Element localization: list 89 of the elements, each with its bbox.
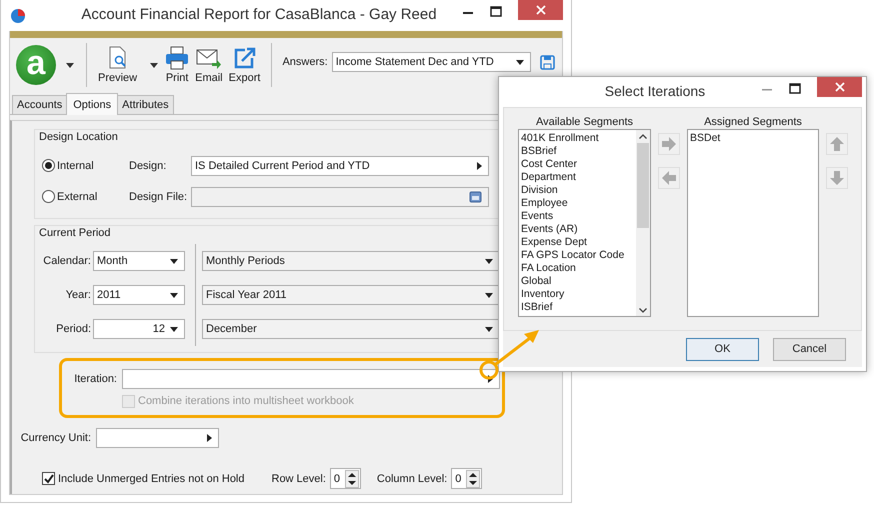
list-item[interactable]: ISBrief [521, 301, 634, 314]
dropdown[interactable]: Month [93, 251, 185, 271]
list-item[interactable]: FA GPS Locator Code [521, 249, 634, 262]
caret-icon [485, 292, 493, 298]
field-label: Design: [129, 160, 168, 172]
list-item[interactable]: Department [521, 171, 634, 184]
list-item[interactable]: Inventory [521, 288, 634, 301]
dialog-title: Select Iterations [604, 82, 706, 99]
app-icon [10, 8, 26, 24]
field-label: Iteration: [73, 373, 118, 385]
list-item[interactable]: Expense Dept [521, 236, 634, 249]
caret-icon [170, 258, 178, 264]
list-item[interactable]: Division [521, 184, 634, 197]
answers-dropdown[interactable]: Income Statement Dec and YTD [332, 52, 531, 72]
field-label: Column Level: [376, 472, 448, 484]
scrollbar[interactable] [636, 130, 650, 316]
radio-button[interactable]: Internal [42, 159, 129, 172]
caret-icon [485, 258, 493, 264]
arrow-right-icon [661, 137, 677, 151]
folder-icon[interactable] [469, 190, 482, 203]
field-label: Currency Unit: [20, 432, 92, 444]
export-icon [232, 46, 257, 70]
list-item[interactable]: Employee [521, 197, 634, 210]
chevron-up-icon[interactable] [639, 134, 647, 139]
maximize-icon[interactable] [789, 83, 801, 95]
toolbar-button[interactable]: Email [192, 46, 226, 84]
spinner-arrows-icon[interactable] [344, 470, 359, 488]
close-button[interactable] [518, 0, 563, 20]
arrow-up-icon [830, 136, 844, 152]
list-item[interactable]: FA Location [521, 262, 634, 275]
currency-unit-field[interactable] [96, 428, 219, 448]
list-item[interactable]: BSBrief [521, 145, 634, 158]
maximize-icon[interactable] [490, 6, 502, 18]
field-label: Design File: [129, 190, 188, 202]
dropdown[interactable]: Fiscal Year 2011 [202, 285, 500, 305]
arrow-down-icon [830, 170, 844, 186]
arrow-left-icon [661, 171, 677, 185]
toolbar-button[interactable]: Preview [95, 46, 140, 84]
printer-icon [165, 46, 190, 70]
tab[interactable]: Accounts [12, 95, 68, 114]
field-label: Calendar: [42, 255, 92, 267]
spin-field[interactable]: 0 [451, 468, 482, 489]
design-field[interactable]: IS Detailed Current Period and YTD [191, 156, 489, 176]
ok-button[interactable]: OK [686, 338, 759, 360]
caret-icon[interactable] [66, 62, 74, 68]
toolbar-button[interactable]: Print [162, 46, 192, 84]
list-item[interactable]: 401K Enrollment [521, 132, 634, 145]
list-item[interactable]: Cost Center [521, 158, 634, 171]
field-label: Row Level: [272, 472, 326, 484]
dropdown[interactable]: 12 [93, 319, 185, 339]
dropdown[interactable]: 2011 [93, 285, 185, 305]
caret-icon [516, 60, 524, 64]
list-item[interactable]: BSDet [690, 132, 816, 145]
spin-field[interactable]: 0 [330, 468, 361, 489]
caret-right-icon [207, 434, 212, 442]
field-label: Period: [55, 323, 92, 335]
group-title: Design Location [39, 131, 118, 143]
close-icon [536, 5, 546, 15]
list-item[interactable]: Global [521, 275, 634, 288]
tab[interactable]: Options [66, 93, 118, 115]
window-title: Account Financial Report for CasaBlanca - Gay Reed [80, 6, 438, 23]
cancel-button[interactable]: Cancel [773, 338, 846, 360]
spinner-arrows-icon[interactable] [466, 470, 480, 488]
checkbox[interactable]: Include Unmerged Entries not on Hold [42, 468, 244, 488]
field-label: Year: [64, 289, 92, 301]
tab[interactable]: Attributes [117, 95, 174, 114]
chevron-down-icon[interactable] [639, 308, 647, 313]
check-icon [44, 474, 54, 484]
caret-icon [485, 326, 493, 332]
radio-button[interactable]: External [42, 190, 129, 203]
answers-label: Answers: [282, 56, 328, 68]
caret-icon [170, 292, 178, 298]
caret-icon [170, 326, 178, 332]
list-item[interactable]: Events (AR) [521, 223, 634, 236]
list-title: Available Segments [536, 116, 634, 128]
save-icon[interactable] [540, 54, 555, 70]
group-title: Current Period [39, 227, 111, 239]
caret-icon[interactable] [150, 62, 158, 68]
caret-right-icon [477, 162, 482, 170]
close-icon [834, 82, 844, 92]
toolbar-button[interactable]: Export [226, 46, 264, 84]
dropdown[interactable]: December [202, 319, 500, 339]
caret-right-icon [488, 375, 493, 383]
iteration-field[interactable] [122, 369, 500, 389]
close-button[interactable] [817, 77, 862, 97]
list-title: Assigned Segments [704, 116, 802, 128]
list-item[interactable]: Events [521, 210, 634, 223]
dropdown[interactable]: Monthly Periods [202, 251, 500, 271]
design-file-field[interactable] [191, 186, 489, 206]
